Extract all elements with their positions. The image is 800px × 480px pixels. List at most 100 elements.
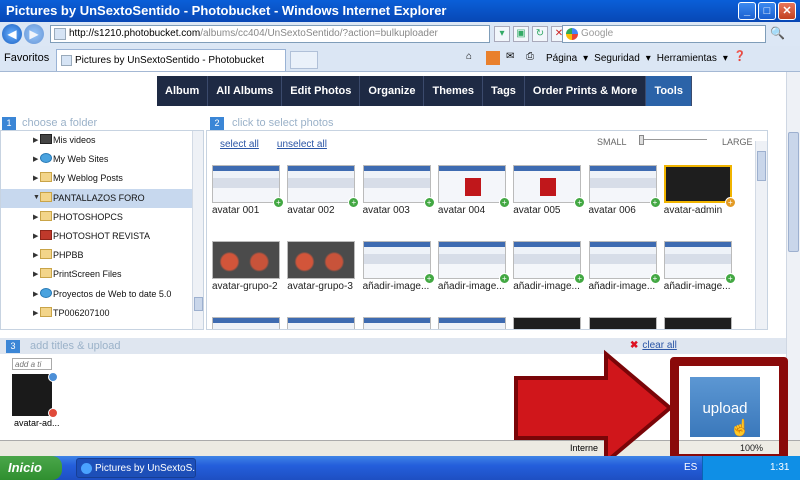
upload-button[interactable]: upload [688, 375, 762, 439]
remove-icon[interactable] [48, 408, 58, 418]
expand-right-icon[interactable]: ▶ [33, 213, 38, 221]
title-input[interactable] [12, 358, 52, 370]
expand-right-icon[interactable]: ▶ [33, 290, 38, 298]
back-button[interactable]: ◀ [2, 24, 22, 44]
forward-button[interactable]: ▶ [24, 24, 44, 44]
taskbar-item-ie[interactable]: Pictures by UnSextoS... [76, 458, 196, 478]
step-3-number: 3 [6, 340, 20, 353]
tools-menu[interactable]: Herramientas [657, 53, 717, 64]
folder-item[interactable]: ▶ TP006207100 [1, 304, 203, 323]
photo-thumbnail[interactable]: + avatar 004 [437, 165, 510, 233]
book-folder-icon [40, 229, 52, 240]
photo-thumbnail[interactable]: + avatar 002 [287, 165, 360, 233]
home-icon[interactable]: ⌂ [466, 51, 480, 65]
folder-label: My Weblog Posts [53, 173, 123, 184]
new-tab-button[interactable] [290, 51, 318, 69]
expand-right-icon[interactable]: ▶ [33, 232, 38, 240]
size-small-label: SMALL [597, 137, 627, 147]
photo-thumbnail[interactable] [362, 317, 435, 329]
select-all-link[interactable]: select all [220, 139, 259, 150]
photo-thumbnail[interactable]: + añadir-image... [588, 241, 661, 309]
nav-item-themes[interactable]: Themes [424, 76, 484, 106]
folder-item[interactable]: ▶ Proyectos de Web to date 5.0 [1, 285, 203, 304]
folder-item[interactable]: ▶ Mis videos [1, 131, 203, 150]
close-button[interactable]: ✕ [778, 2, 796, 20]
photo-thumbnail[interactable]: avatar-grupo-3 [287, 241, 359, 309]
photo-thumbnail[interactable]: + avatar 005 [513, 165, 586, 233]
photo-name: avatar-admin [663, 205, 723, 216]
folder-item[interactable]: ▶ My Web Sites [1, 150, 203, 169]
expand-right-icon[interactable]: ▶ [33, 155, 38, 163]
page-menu[interactable]: Página [546, 53, 577, 64]
photo-thumbnail[interactable] [287, 317, 359, 329]
tab-photobucket[interactable]: Pictures by UnSextoSentido - Photobucket [56, 49, 286, 71]
photo-thumbnail[interactable]: + añadir-image... [437, 241, 510, 309]
start-button[interactable]: Inicio [0, 456, 62, 480]
nav-item-organize[interactable]: Organize [360, 76, 425, 106]
folder-icon [40, 210, 52, 221]
photo-thumbnail[interactable]: + [513, 317, 585, 329]
refresh-icon[interactable]: ↻ [532, 26, 548, 42]
mail-icon[interactable]: ✉ [506, 51, 520, 65]
help-icon[interactable]: ❓ [734, 51, 748, 65]
minimize-button[interactable]: _ [738, 2, 756, 20]
folder-item[interactable]: ▼ PANTALLAZOS FORO [1, 188, 203, 208]
folder-label: Proyectos de Web to date 5.0 [53, 288, 172, 299]
page-scrollbar[interactable] [786, 72, 800, 440]
search-icon[interactable]: 🔍 [770, 26, 785, 40]
photo-scrollbar[interactable] [755, 141, 767, 329]
safety-menu[interactable]: Seguridad [594, 53, 640, 64]
photo-grid[interactable]: select all unselect all SMALL LARGE + ava… [206, 130, 768, 330]
photo-thumbnail[interactable]: + añadir-image... [663, 241, 736, 309]
favorites-button[interactable]: Favoritos [4, 52, 49, 64]
folder-item[interactable]: ▶ PHOTOSHOPCS [1, 208, 203, 227]
photo-thumbnail[interactable]: + avatar 001 [212, 165, 284, 233]
nav-item-all-albums[interactable]: All Albums [208, 76, 283, 106]
expand-right-icon[interactable]: ▶ [33, 136, 38, 144]
photo-thumbnail[interactable] [663, 317, 736, 329]
dropdown-icon[interactable]: ▾ [494, 26, 510, 42]
edit-icon[interactable] [48, 372, 58, 382]
nav-item-edit-photos[interactable]: Edit Photos [282, 76, 361, 106]
feeds-icon[interactable] [486, 51, 500, 65]
expand-right-icon[interactable]: ▶ [33, 309, 38, 317]
folder-item[interactable]: ▶ PHOTOSHOT REVISTA [1, 227, 203, 246]
nav-item-tools[interactable]: Tools [646, 76, 692, 106]
folder-item[interactable]: ▶ PHPBB [1, 246, 203, 265]
photo-thumbnail[interactable] [437, 317, 510, 329]
taskbar: Inicio Pictures by UnSextoS... ES 1:31 [0, 456, 800, 480]
nav-item-album[interactable]: Album [157, 76, 209, 106]
folder-tree[interactable]: ▶ Mis videos ▶ My Web Sites ▶ My Weblog Posts… [0, 130, 204, 330]
expand-right-icon[interactable]: ▶ [33, 251, 38, 259]
photo-thumbnail[interactable]: + añadir-image... [362, 241, 435, 309]
unselect-all-link[interactable]: unselect all [277, 139, 327, 150]
language-indicator[interactable]: ES [684, 462, 697, 473]
expand-right-icon[interactable]: ▶ [33, 174, 38, 182]
folder-scrollbar[interactable] [192, 131, 203, 329]
search-input[interactable]: Google [562, 25, 766, 43]
address-bar[interactable]: http://s1210.photobucket.com/albums/cc40… [50, 25, 490, 43]
photo-thumbnail[interactable]: + añadir-image... [513, 241, 586, 309]
photo-thumbnail[interactable] [212, 317, 284, 329]
expand-down-icon[interactable]: ▼ [33, 194, 40, 201]
expand-right-icon[interactable]: ▶ [33, 270, 38, 278]
photo-name: avatar-grupo-3 [287, 281, 353, 292]
photo-thumbnail[interactable]: avatar-grupo-2 [212, 241, 284, 309]
nav-item-tags[interactable]: Tags [483, 76, 525, 106]
photo-image [663, 165, 732, 203]
photo-image [513, 165, 582, 203]
thumbnail-size-slider[interactable] [639, 135, 707, 145]
photo-thumbnail[interactable]: FIRMA-FORO [588, 317, 661, 329]
folder-item[interactable]: ▶ PrintScreen Files [1, 265, 203, 284]
photo-image [287, 165, 356, 203]
photo-thumbnail[interactable]: + avatar-admin [663, 165, 736, 233]
folder-item[interactable]: ▶ My Weblog Posts [1, 169, 203, 188]
nav-item-order-prints-more[interactable]: Order Prints & More [525, 76, 647, 106]
photo-thumbnail[interactable]: + avatar 006 [588, 165, 661, 233]
slider-knob[interactable] [639, 135, 644, 145]
photo-thumbnail[interactable]: + avatar 003 [362, 165, 435, 233]
compatibility-icon[interactable]: ▣ [513, 26, 529, 42]
maximize-button[interactable]: □ [758, 2, 776, 20]
photobucket-nav: Album All Albums Edit Photos Organize Themes… [157, 76, 692, 106]
print-icon[interactable]: ⎙ [526, 51, 540, 65]
